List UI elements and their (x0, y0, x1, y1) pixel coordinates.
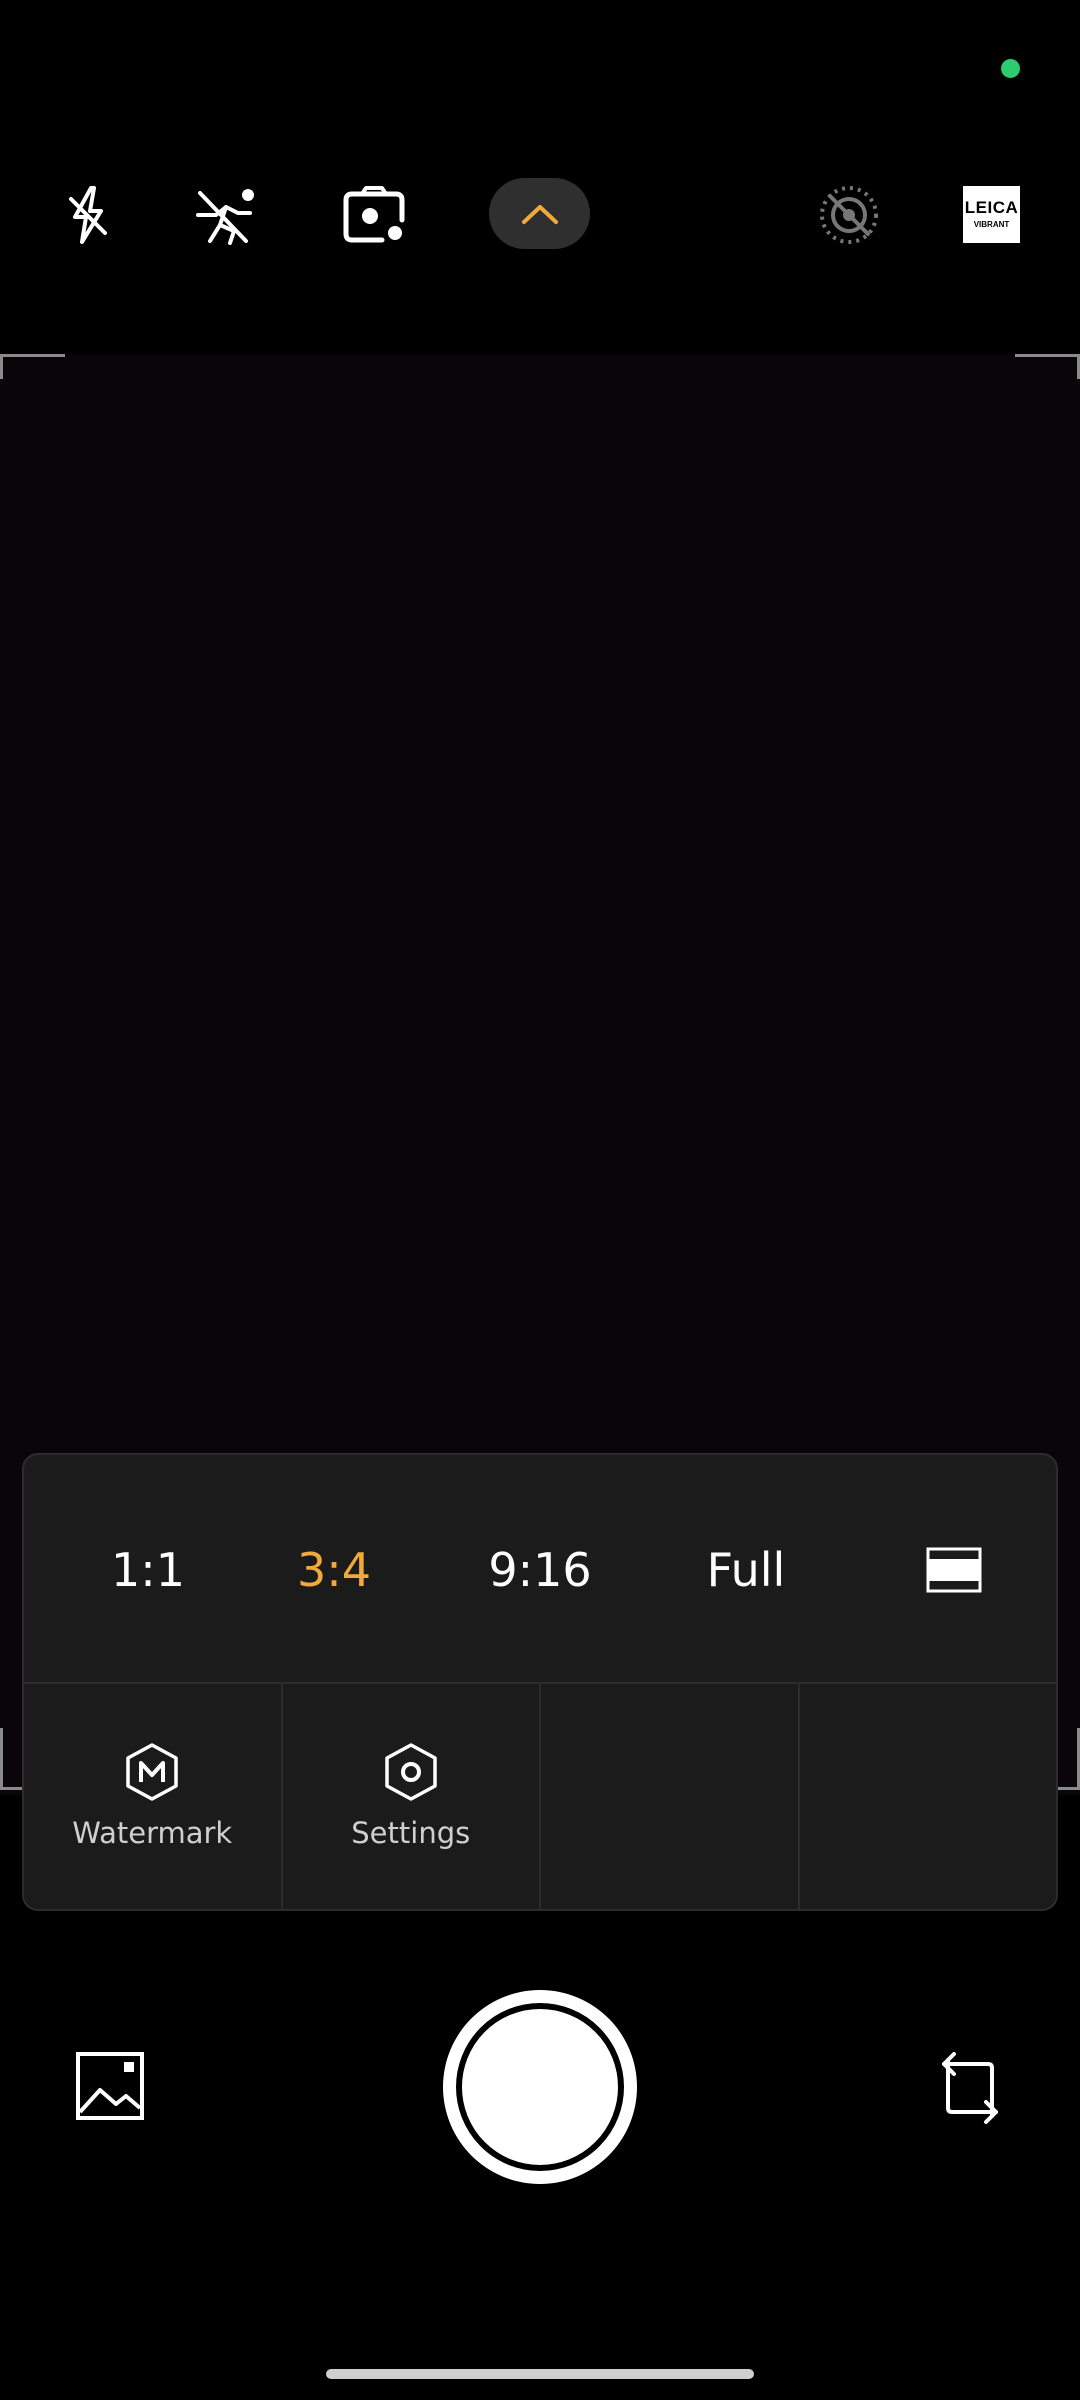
camera-screen: LEICA VIBRANT 1:1 3:4 9:16 Full Watermar… (0, 0, 1080, 2400)
watermark-label: Watermark (72, 1816, 233, 1850)
quick-settings-panel: 1:1 3:4 9:16 Full Watermark Settings (22, 1453, 1058, 1911)
ratio-option-1-1[interactable]: 1:1 (78, 1535, 218, 1605)
gallery-icon[interactable] (76, 2052, 144, 2120)
frame-corner-bottom-left (0, 1728, 22, 1790)
settings-label: Settings (351, 1816, 471, 1850)
motion-capture-off-icon[interactable] (181, 170, 271, 260)
leica-badge-title: LEICA (964, 198, 1019, 217)
frame-corner-bottom-right (1058, 1728, 1080, 1790)
ratio-option-full[interactable]: Full (676, 1535, 816, 1605)
watermark-hexagon-icon (126, 1743, 178, 1801)
ratio-option-3-4[interactable]: 3:4 (264, 1535, 404, 1605)
leica-style-badge[interactable]: LEICA VIBRANT (963, 186, 1020, 243)
ratio-option-9-16[interactable]: 9:16 (470, 1535, 610, 1605)
leica-badge-subtitle: VIBRANT (973, 220, 1010, 229)
privacy-indicator-dot (1001, 59, 1020, 78)
flash-off-icon[interactable] (43, 170, 133, 260)
home-indicator[interactable] (326, 2369, 754, 2379)
shutter-inner-ring (456, 2003, 624, 2171)
frame-corner-top-right (1015, 354, 1080, 379)
watermark-tile[interactable]: Watermark (24, 1684, 283, 1909)
chevron-up-icon (521, 204, 558, 224)
settings-hexagon-icon (385, 1743, 437, 1801)
shutter-button[interactable] (443, 1990, 637, 2184)
camera-lens-icon[interactable] (329, 170, 419, 260)
flip-camera-icon[interactable] (932, 2050, 1008, 2126)
expand-settings-button[interactable] (489, 178, 590, 249)
letterbox-icon[interactable] (884, 1535, 1024, 1605)
empty-tile-4 (800, 1684, 1057, 1909)
live-photo-off-icon[interactable] (804, 170, 894, 260)
settings-tile[interactable]: Settings (283, 1684, 541, 1909)
aspect-ratio-row: 1:1 3:4 9:16 Full (24, 1455, 1056, 1684)
empty-tile-3 (541, 1684, 800, 1909)
settings-tiles: Watermark Settings (24, 1684, 1057, 1909)
frame-corner-top-left (0, 354, 65, 379)
